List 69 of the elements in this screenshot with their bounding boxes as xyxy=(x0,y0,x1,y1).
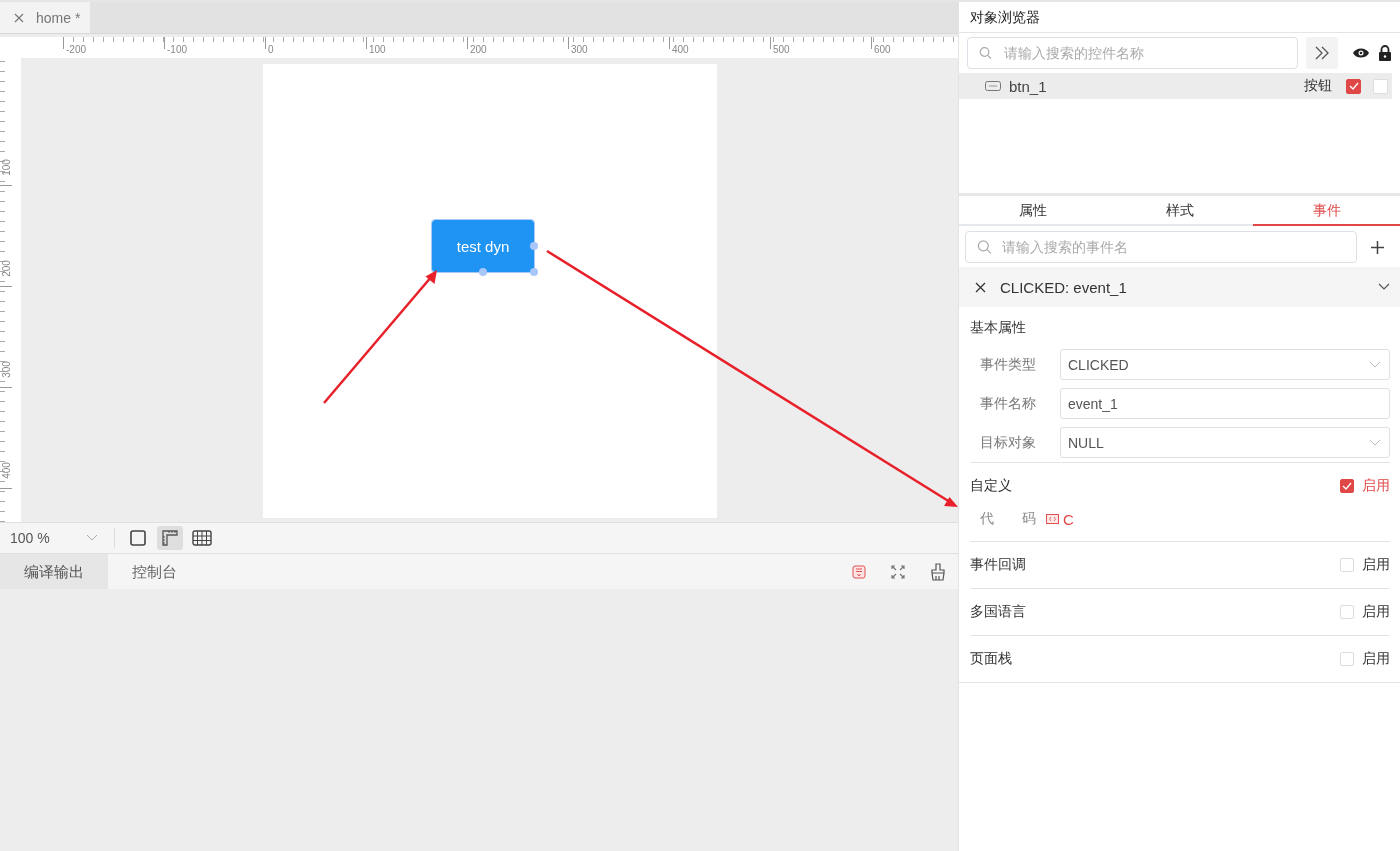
field-label: 目标对象 xyxy=(980,433,1037,452)
section-title: 基本属性 xyxy=(970,318,1027,337)
chevron-icon xyxy=(1369,438,1381,447)
search-icon xyxy=(979,46,992,60)
field-label: 事件名称 xyxy=(980,394,1037,413)
zoom-select[interactable]: 100 % xyxy=(0,530,108,546)
select-field[interactable]: CLICKED xyxy=(1060,349,1390,380)
item-type: 按钮 xyxy=(1304,77,1332,95)
tree-item[interactable]: btn_1 按钮 xyxy=(959,73,1392,99)
item-name: btn_1 xyxy=(1009,77,1047,95)
chevron-icon[interactable] xyxy=(1378,283,1390,291)
option-label: 页面栈 xyxy=(970,650,1013,668)
search-field[interactable]: 请输入搜索的控件名称 xyxy=(967,37,1298,69)
close-icon[interactable] xyxy=(975,281,986,293)
ruler-toggle[interactable] xyxy=(157,526,183,550)
output-tab[interactable]: 编译输出 xyxy=(0,554,108,589)
expand-button[interactable] xyxy=(1306,37,1338,69)
button-widget-icon xyxy=(985,81,1001,91)
ruler-label: 200 xyxy=(470,44,487,55)
option-label: 事件回调 xyxy=(970,556,1027,574)
input-field[interactable]: event_1 xyxy=(1060,388,1390,419)
ruler-label: 300 xyxy=(571,44,588,55)
option-label: 多国语言 xyxy=(970,603,1027,621)
double-chevron-icon xyxy=(1314,46,1330,60)
field-label: 事件类型 xyxy=(980,355,1037,374)
search-field[interactable]: 请输入搜索的事件名 xyxy=(965,231,1357,263)
inspector-tab[interactable]: 事件 xyxy=(1253,196,1400,226)
event-header[interactable]: CLICKED: event_1 xyxy=(959,267,1400,307)
ruler-label: 200 xyxy=(0,260,12,277)
resize-handle[interactable] xyxy=(530,268,538,276)
brush-icon[interactable] xyxy=(930,562,946,581)
document-icon[interactable] xyxy=(852,564,866,579)
checkbox-label: 启用 xyxy=(1362,603,1390,621)
ruler-label: -200 xyxy=(66,44,86,55)
code-link[interactable]: C xyxy=(1063,510,1074,528)
inspector-tab[interactable]: 属性 xyxy=(959,196,1106,224)
field-label: 码 xyxy=(1022,510,1036,528)
search-icon xyxy=(977,239,992,255)
checkbox-label: 启用 xyxy=(1362,556,1390,574)
enable-checkbox[interactable] xyxy=(1340,479,1354,493)
resize-handle[interactable] xyxy=(530,242,538,250)
ruler-label: -100 xyxy=(167,44,187,55)
option-label: 自定义 xyxy=(970,477,1013,495)
fullscreen-icon[interactable] xyxy=(891,564,905,579)
ruler-label: 300 xyxy=(0,361,12,378)
ruler-label: 400 xyxy=(0,462,12,479)
code-icon[interactable] xyxy=(1046,514,1059,524)
resize-handle[interactable] xyxy=(479,268,487,276)
event-title: CLICKED: event_1 xyxy=(1000,278,1128,296)
visible-checkbox[interactable] xyxy=(1346,78,1361,94)
inspector-tab[interactable]: 样式 xyxy=(1106,196,1253,224)
field-label: 代 xyxy=(980,510,994,528)
ruler-label: 400 xyxy=(672,44,689,55)
add-icon[interactable] xyxy=(1371,240,1384,254)
ruler-label: 600 xyxy=(874,44,891,55)
checkbox-label: 启用 xyxy=(1362,650,1390,668)
ruler-label: 500 xyxy=(773,44,790,55)
chevron-icon xyxy=(86,534,98,542)
document-tab[interactable]: home * xyxy=(0,2,91,33)
select-field[interactable]: NULL xyxy=(1060,427,1390,458)
lock-checkbox[interactable] xyxy=(1373,78,1388,94)
ruler-label: 0 xyxy=(268,44,274,55)
ruler-label: 100 xyxy=(0,159,12,176)
chevron-icon xyxy=(1369,360,1381,369)
ruler-label: 100 xyxy=(369,44,386,55)
checkbox-label: 启用 xyxy=(1362,477,1390,495)
eye-icon[interactable] xyxy=(1352,47,1370,59)
panel-title: 对象浏览器 xyxy=(959,2,1400,33)
lock-icon[interactable] xyxy=(1378,45,1392,61)
